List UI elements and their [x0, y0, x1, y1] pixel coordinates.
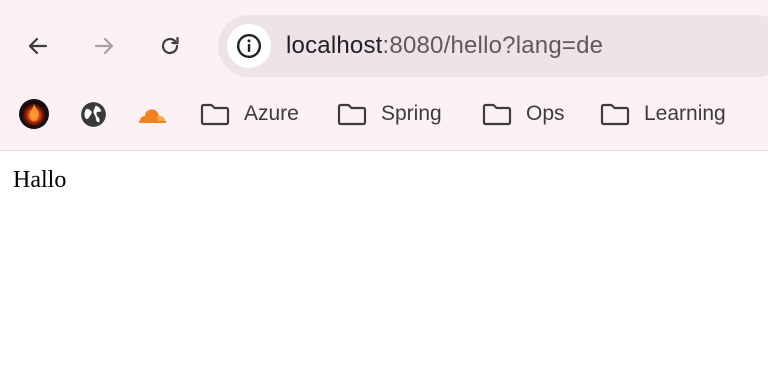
- reload-icon: [161, 36, 179, 55]
- bookmark-globe[interactable]: [80, 96, 107, 132]
- folder-icon: [482, 103, 512, 126]
- url-host: localhost: [286, 32, 383, 59]
- page-greeting-text: Hallo: [13, 167, 67, 193]
- folder-icon: [600, 103, 630, 126]
- bookmark-label: Spring: [381, 102, 442, 125]
- back-button[interactable]: [20, 28, 56, 64]
- page-content: Hallo: [0, 151, 768, 374]
- arrow-left-icon: [28, 37, 48, 55]
- bookmark-folder-azure[interactable]: Azure: [200, 96, 299, 132]
- bookmark-cloudflare[interactable]: [136, 96, 168, 132]
- bookmark-folder-spring[interactable]: Spring: [337, 96, 442, 132]
- browser-chrome: localhost:8080/hello?lang=de Azure Sprin…: [0, 0, 768, 151]
- forward-button[interactable]: [86, 28, 122, 64]
- bookmark-folder-learning[interactable]: Learning: [600, 96, 726, 132]
- site-info-button[interactable]: [227, 24, 271, 68]
- folder-icon: [337, 103, 367, 126]
- address-bar[interactable]: localhost:8080/hello?lang=de: [218, 15, 768, 77]
- fire-logo-icon: [19, 99, 49, 129]
- bookmark-fire-logo[interactable]: [18, 96, 50, 132]
- cloudflare-icon: [139, 109, 166, 123]
- url-path: :8080/hello?lang=de: [382, 32, 604, 59]
- url-text[interactable]: localhost:8080/hello?lang=de: [286, 15, 603, 77]
- info-icon: [236, 33, 262, 59]
- folder-icon: [200, 103, 230, 126]
- arrow-right-icon: [94, 37, 114, 55]
- bookmarks-bar: Azure Spring Ops Learning: [0, 92, 768, 136]
- bookmark-folder-ops[interactable]: Ops: [482, 96, 565, 132]
- globe-icon: [81, 101, 106, 127]
- reload-button[interactable]: [152, 28, 188, 64]
- bookmark-label: Ops: [526, 102, 565, 125]
- bookmark-label: Learning: [644, 102, 726, 125]
- browser-toolbar: localhost:8080/hello?lang=de: [0, 0, 768, 92]
- bookmark-label: Azure: [244, 102, 299, 125]
